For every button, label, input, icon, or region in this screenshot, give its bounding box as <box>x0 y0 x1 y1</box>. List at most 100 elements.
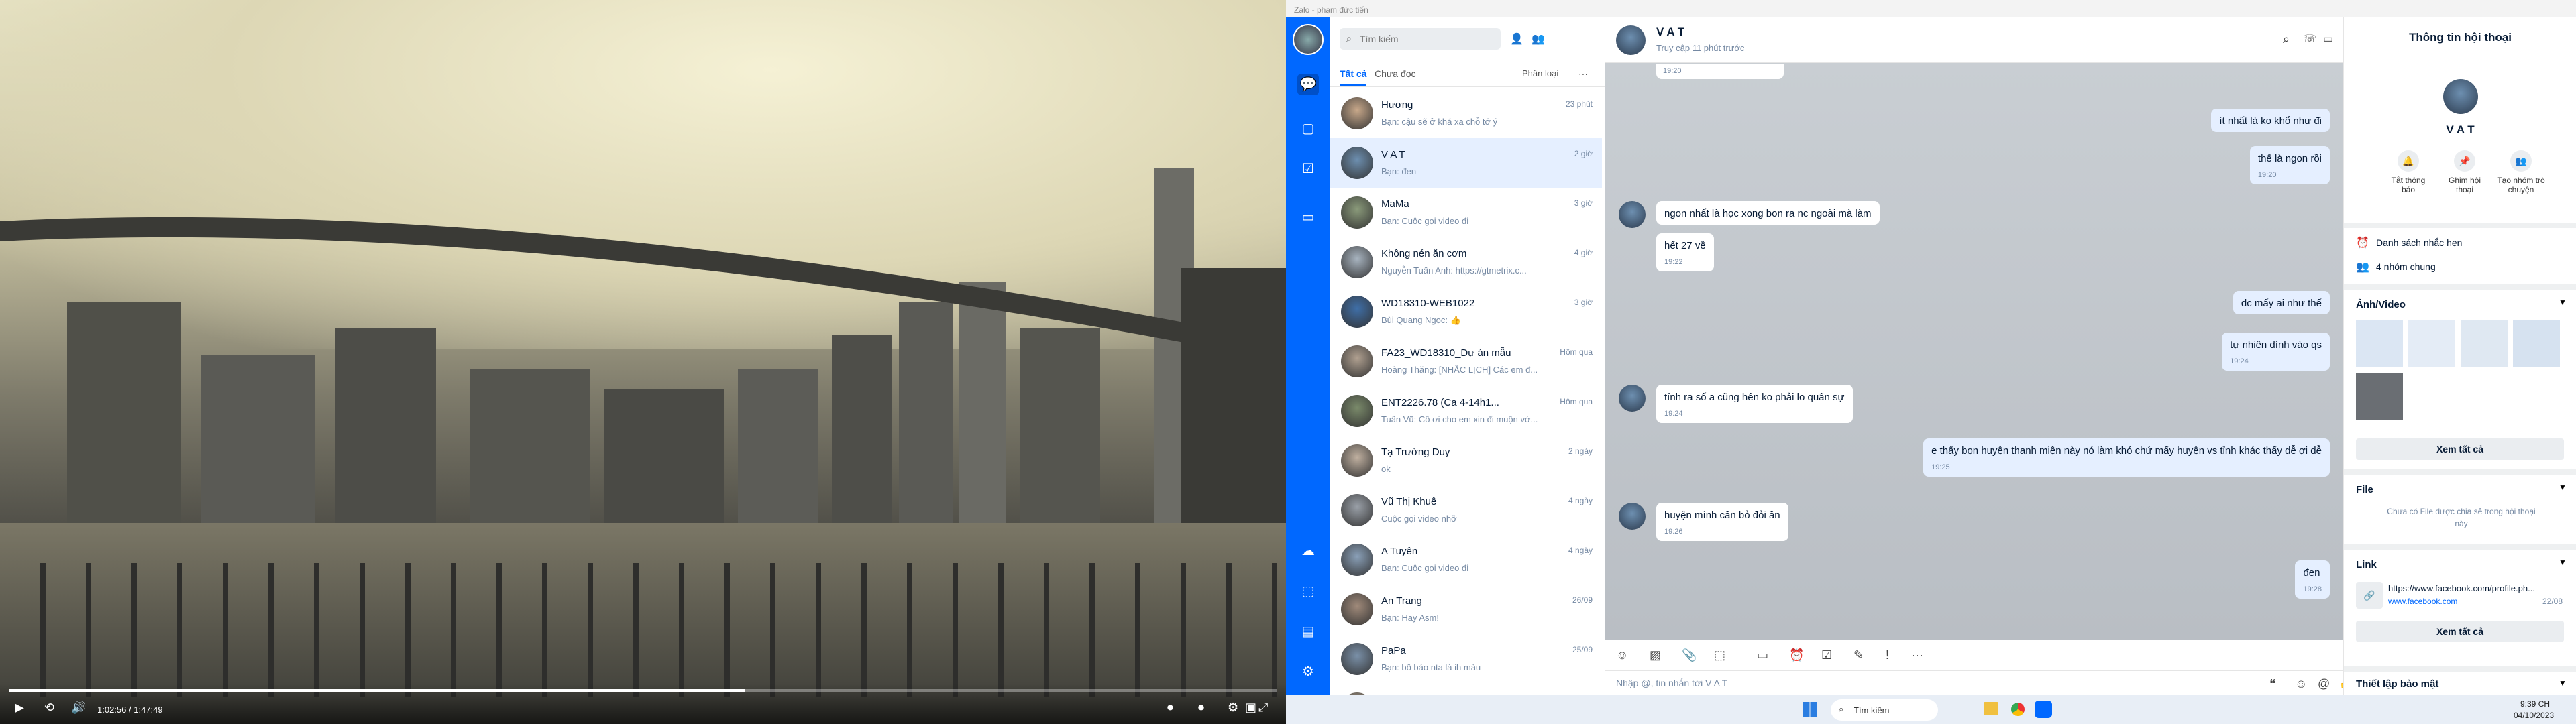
message-bubble[interactable]: ít nhất là ko khổ như đi <box>2211 109 2330 132</box>
conversation-item[interactable]: PaPa Bạn: bố bảo nta là ih màu 25/09 <box>1330 634 1602 684</box>
video-icon[interactable]: ▭ <box>2323 32 2333 46</box>
zalo-taskbar-icon[interactable] <box>2035 701 2052 718</box>
video-progress-bar[interactable] <box>9 689 1277 692</box>
chat-icon[interactable]: 💬 <box>1297 74 1319 95</box>
phone-icon[interactable]: ☏ <box>2303 32 2316 46</box>
search-input[interactable]: ⌕ Tìm kiếm <box>1340 28 1501 50</box>
chevron-down-icon[interactable]: ▼ <box>2559 558 2567 567</box>
info-action-button[interactable]: 👥 Tạo nhóm trò chuyện <box>2497 150 2545 194</box>
chrome-icon[interactable] <box>2009 701 2027 718</box>
play-icon[interactable]: ▶ <box>15 701 24 715</box>
media-thumb[interactable] <box>2513 320 2560 367</box>
info-action-button[interactable]: 🔔 Tắt thông báo <box>2384 150 2432 194</box>
file-title[interactable]: File <box>2356 484 2373 495</box>
info-action-button[interactable]: 📌 Ghim hội thoại <box>2440 150 2489 194</box>
settings-icon[interactable]: ⚙ <box>1297 661 1319 682</box>
settings-icon[interactable]: ⚙ <box>1228 701 1238 715</box>
conversation-item[interactable]: MaMa Bạn: Cuộc gọi video đi 3 giờ <box>1330 188 1602 237</box>
taskbar-search[interactable]: ⌕ Tìm kiếm <box>1831 699 1938 721</box>
message-bubble[interactable]: huyện mình căn bỏ đỏi ăn 19:26 <box>1656 503 1788 541</box>
search-icon[interactable]: ⌕ <box>2283 32 2290 46</box>
chevron-down-icon[interactable]: ▼ <box>2559 678 2567 688</box>
link-title[interactable]: Link <box>2356 559 2377 570</box>
tab-unread[interactable]: Chưa đọc <box>1375 68 1416 79</box>
conversation-item[interactable]: Hương Bạn: cậu sẽ ở khá xa chỗ tớ ý 23 phú… <box>1330 88 1602 138</box>
screenshot-icon[interactable]: ⬚ <box>1714 648 1725 662</box>
link-url[interactable]: https://www.facebook.com/profile.ph... <box>2388 583 2563 593</box>
file-explorer-icon[interactable] <box>1984 702 1998 715</box>
clock-icon: ⏰ <box>2356 237 2369 249</box>
card-icon[interactable]: ▭ <box>1757 648 1768 662</box>
sender-avatar[interactable] <box>1619 201 1646 228</box>
create-group-icon[interactable]: 👥 <box>1532 32 1545 46</box>
video-player[interactable]: ▶ ⟲ 🔊 1:02:56 / 1:47:49 ⏺ ⏺ ⚙ ▣ ⤢ <box>0 0 1286 724</box>
reminders-link[interactable]: Danh sách nhắc hẹn <box>2376 237 2462 248</box>
attach-icon[interactable]: 📎 <box>1682 648 1697 662</box>
conversation-item[interactable]: Tạ Trường Duy ok 2 ngày <box>1330 436 1602 485</box>
message-bubble[interactable]: hết 27 về 19:22 <box>1656 233 1714 272</box>
message-bubble[interactable]: e thấy bọn huyện thanh miện này nó làm k… <box>1923 438 2330 477</box>
media-thumb[interactable] <box>2356 373 2403 420</box>
screenshot-icon[interactable]: ⬚ <box>1297 581 1319 602</box>
more-icon[interactable]: ··· <box>1578 68 1588 79</box>
chat-name[interactable]: V A T <box>1656 25 1684 39</box>
mention-icon[interactable]: @ <box>2318 677 2330 691</box>
toolbox-icon[interactable]: ▤ <box>1297 621 1319 642</box>
conversation-item[interactable]: Nguyễn Tuấn Anh23/09 <box>1330 684 1602 695</box>
search-icon: ⌕ <box>1839 704 1844 714</box>
sticker-icon[interactable]: ☺ <box>1616 648 1628 662</box>
media-thumb[interactable] <box>2408 320 2455 367</box>
video-call-icon[interactable]: ▭ <box>1297 206 1319 228</box>
quote-icon[interactable]: ❝ <box>2269 677 2276 691</box>
add-friend-icon[interactable]: 👤 <box>1510 32 1523 46</box>
todo-icon[interactable]: ☑ <box>1297 158 1319 180</box>
cloud-icon[interactable]: ☁ <box>1297 540 1319 562</box>
conversation-item[interactable]: FA23_WD18310_Dự án mẫu Hoàng Thăng: [NHẮC… <box>1330 337 1602 386</box>
fullscreen-icon[interactable]: ⤢ <box>1258 701 1268 715</box>
message-bubble[interactable]: đen 19:28 <box>2295 560 2330 599</box>
conversation-item[interactable]: Không nén ăn cơm Nguyễn Tuấn Anh: https:/… <box>1330 237 1602 287</box>
contacts-icon[interactable]: ▢ <box>1297 118 1319 139</box>
info-avatar[interactable] <box>2443 79 2478 114</box>
task-icon[interactable]: ☑ <box>1821 648 1832 662</box>
message-bubble[interactable]: thế là ngon rồi 19:20 <box>2249 146 2330 184</box>
classify-dropdown[interactable]: Phân loại <box>1522 68 1558 78</box>
more-icon[interactable]: ··· <box>1911 648 1923 662</box>
chat-avatar[interactable] <box>1616 25 1646 55</box>
sender-avatar[interactable] <box>1619 503 1646 530</box>
media-title[interactable]: Ảnh/Video <box>2356 299 2406 310</box>
conversation-item[interactable]: V A T Bạn: đen 2 giờ <box>1330 138 1602 188</box>
see-all-links-button[interactable]: Xem tất cả <box>2356 621 2564 642</box>
speed-icon[interactable]: ⏺ <box>1198 701 1204 715</box>
message-bubble[interactable]: đc mấy ai như thế <box>2233 291 2330 314</box>
loop-icon[interactable]: ⟲ <box>44 701 54 715</box>
conversation-item[interactable]: WD18310-WEB1022 Bùi Quang Ngọc: 👍 3 giờ <box>1330 287 1602 337</box>
message-input[interactable]: Nhập @, tin nhắn tới V A T <box>1605 670 2343 695</box>
chevron-down-icon[interactable]: ▼ <box>2559 483 2567 492</box>
format-icon[interactable]: ✎ <box>1854 648 1864 662</box>
message-bubble[interactable]: ngon nhất là học xong bon ra nc ngoài mà… <box>1656 201 1880 225</box>
urgent-icon[interactable]: ! <box>1886 648 1889 662</box>
tab-all[interactable]: Tất cả <box>1340 68 1367 86</box>
sender-avatar[interactable] <box>1619 385 1646 412</box>
see-all-media-button[interactable]: Xem tất cả <box>2356 438 2564 460</box>
subtitles-icon[interactable]: ⏺ <box>1167 701 1173 715</box>
groups-link[interactable]: 4 nhóm chung <box>2376 261 2436 272</box>
message-bubble[interactable]: tự nhiên dính vào qs 19:24 <box>2222 333 2330 371</box>
media-thumb[interactable] <box>2356 320 2403 367</box>
message-bubble[interactable]: tính ra số a cũng hên ko phải lo quân sự… <box>1656 385 1853 423</box>
hd-icon[interactable]: ▣ <box>1245 701 1256 715</box>
security-title[interactable]: Thiết lập bảo mật <box>2356 678 2438 690</box>
chevron-down-icon[interactable]: ▼ <box>2559 298 2567 307</box>
conversation-item[interactable]: ENT2226.78 (Ca 4-14h1... Tuấn Vũ: Cô ơi c… <box>1330 386 1602 436</box>
conversation-item[interactable]: An Trang Bạn: Hay Asm! 26/09 <box>1330 585 1602 634</box>
image-icon[interactable]: ▨ <box>1650 648 1661 662</box>
volume-icon[interactable]: 🔊 <box>71 701 86 715</box>
avatar[interactable] <box>1293 24 1324 55</box>
media-thumb[interactable] <box>2461 320 2508 367</box>
reminder-icon[interactable]: ⏰ <box>1789 648 1804 662</box>
conversation-item[interactable]: Vũ Thị Khuê Cuộc gọi video nhỡ 4 ngày <box>1330 485 1602 535</box>
emoji-icon[interactable]: ☺ <box>2295 677 2307 691</box>
windows-start-icon[interactable] <box>1803 702 1817 717</box>
conversation-item[interactable]: A Tuyên Bạn: Cuộc gọi video đi 4 ngày <box>1330 535 1602 585</box>
